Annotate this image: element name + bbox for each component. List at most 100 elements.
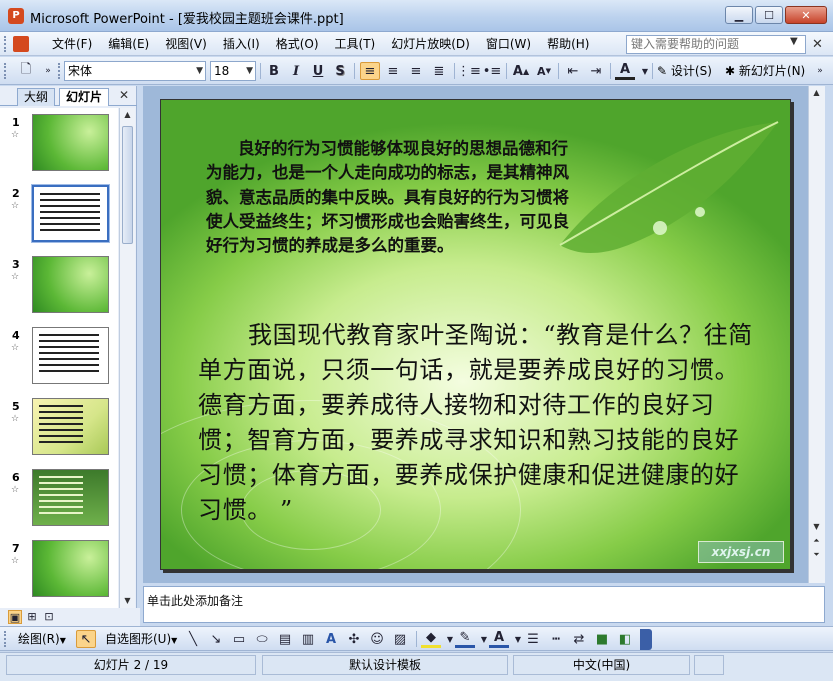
animation-star-icon[interactable]: ☆	[11, 556, 19, 566]
font-color-icon[interactable]: A	[489, 630, 509, 648]
slide-thumbnail-item[interactable]: 4 ☆	[0, 325, 118, 389]
vertical-textbox-icon[interactable]: ▥	[298, 630, 318, 648]
maximize-button[interactable]: ☐	[755, 6, 783, 24]
slide-thumbnail-item[interactable]: 5 ☆	[0, 396, 118, 460]
oval-tool-icon[interactable]: ⬭	[252, 630, 272, 648]
close-button[interactable]: ✕	[785, 6, 827, 24]
toolbar-options-icon[interactable]: »	[810, 62, 830, 80]
notes-pane[interactable]: 单击此处添加备注	[143, 586, 825, 623]
decrease-font-icon[interactable]: A ▼	[534, 62, 554, 80]
toolbar-options-icon[interactable]	[640, 629, 652, 650]
animation-star-icon[interactable]: ☆	[11, 485, 19, 495]
menu-item[interactable]: 工具(T)	[327, 32, 384, 56]
diagram-icon[interactable]: ✣	[344, 630, 364, 648]
decrease-indent-icon[interactable]: ⇤	[563, 62, 583, 80]
bulleted-list-icon[interactable]: •≡	[482, 62, 502, 80]
font-family-select[interactable]: 宋体 ▼	[64, 61, 206, 81]
menu-item[interactable]: 插入(I)	[215, 32, 268, 56]
toolbar-options-icon[interactable]: »	[38, 62, 58, 80]
next-slide-icon[interactable]: ⏷	[809, 548, 824, 562]
autoshapes-menu-button[interactable]: 自选图形(U)▼	[105, 630, 177, 648]
menu-item[interactable]: 格式(O)	[268, 32, 327, 56]
underline-button[interactable]: U	[308, 62, 328, 80]
slide-thumbnail[interactable]	[32, 540, 109, 597]
new-document-icon[interactable]: 🗋	[16, 62, 36, 80]
line-tool-icon[interactable]: ╲	[183, 630, 203, 648]
slide-canvas[interactable]: 良好的行为习惯能够体现良好的思想品德和行为能力，也是一个人走向成功的标志，是其精…	[160, 99, 791, 570]
slide-thumbnail[interactable]	[32, 114, 109, 171]
slide-scrollbar[interactable]: ▲ ▼ ⏶ ⏷	[808, 86, 825, 583]
3d-style-icon[interactable]: ◧	[615, 630, 635, 648]
slide-thumbnail-item[interactable]: 2 ☆	[0, 183, 118, 247]
italic-button[interactable]: I	[286, 62, 306, 80]
scrollbar-thumb[interactable]	[122, 126, 133, 244]
menu-item[interactable]: 窗口(W)	[478, 32, 539, 56]
menu-item[interactable]: 文件(F)	[44, 32, 100, 56]
menu-item[interactable]: 视图(V)	[157, 32, 215, 56]
animation-star-icon[interactable]: ☆	[11, 343, 19, 353]
font-color-icon[interactable]: A	[615, 62, 635, 80]
menu-item[interactable]: 幻灯片放映(D)	[383, 32, 478, 56]
line-color-icon[interactable]: ✎	[455, 630, 475, 648]
grip-handle[interactable]	[58, 63, 62, 79]
numbered-list-icon[interactable]: ⋮≡	[457, 62, 481, 80]
animation-star-icon[interactable]: ☆	[11, 272, 19, 282]
draw-menu-button[interactable]: 绘图(R)▼	[18, 630, 66, 648]
previous-slide-icon[interactable]: ⏶	[809, 534, 824, 548]
shadow-button[interactable]: S	[330, 62, 350, 80]
fill-color-icon[interactable]: ◆	[421, 630, 441, 648]
font-size-select[interactable]: 18 ▼	[210, 61, 256, 81]
clipart-icon[interactable]: ☺	[367, 630, 387, 648]
wordart-icon[interactable]: A	[321, 630, 341, 648]
select-pointer-icon[interactable]: ↖	[76, 630, 96, 648]
justify-icon[interactable]: ≣	[429, 62, 449, 80]
normal-view-icon[interactable]: ▣	[8, 610, 22, 624]
document-icon[interactable]	[13, 36, 29, 52]
slide-thumbnail-item[interactable]: 6 ☆	[0, 467, 118, 531]
slide-paragraph-2[interactable]: 我国现代教育家叶圣陶说：“教育是什么？往简单方面说，只须一句话，就是要养成良好的…	[198, 318, 758, 528]
slide-thumbnail[interactable]	[32, 469, 109, 526]
shadow-style-icon[interactable]: ■	[592, 630, 612, 648]
align-center-icon[interactable]: ≡	[383, 62, 403, 80]
close-icon[interactable]: ✕	[119, 88, 129, 102]
grip-handle[interactable]	[4, 63, 8, 79]
textbox-tool-icon[interactable]: ▤	[275, 630, 295, 648]
animation-star-icon[interactable]: ☆	[11, 414, 19, 424]
animation-star-icon[interactable]: ☆	[11, 201, 19, 211]
dash-style-icon[interactable]: ┅	[546, 630, 566, 648]
slide-thumbnail[interactable]	[32, 398, 109, 455]
scroll-down-icon[interactable]: ▼	[120, 594, 135, 608]
scroll-up-icon[interactable]: ▲	[809, 86, 824, 100]
slide-thumbnail-item[interactable]: 1 ☆	[0, 112, 118, 176]
grip-handle[interactable]	[4, 36, 8, 52]
rectangle-tool-icon[interactable]: ▭	[229, 630, 249, 648]
arrow-tool-icon[interactable]: ↘	[206, 630, 226, 648]
tab-outline[interactable]: 大纲	[17, 88, 56, 106]
picture-icon[interactable]: ▨	[390, 630, 410, 648]
slideshow-icon[interactable]: ⊡	[42, 610, 56, 624]
close-document-icon[interactable]: ✕	[812, 37, 823, 52]
slide-thumbnail[interactable]	[32, 256, 109, 313]
slide-thumbnail-item[interactable]: 3 ☆	[0, 254, 118, 318]
slide-thumbnail[interactable]	[31, 184, 110, 243]
bold-button[interactable]: B	[264, 62, 284, 80]
menu-item[interactable]: 编辑(E)	[100, 32, 157, 56]
scroll-down-icon[interactable]: ▼	[809, 520, 824, 534]
help-search-input[interactable]: 键入需要帮助的问题	[626, 35, 806, 54]
design-button[interactable]: ✎ 设计(S)	[657, 62, 712, 80]
grip-handle[interactable]	[4, 631, 8, 647]
increase-indent-icon[interactable]: ⇥	[586, 62, 606, 80]
minimize-button[interactable]: ▁	[725, 6, 753, 24]
scroll-up-icon[interactable]: ▲	[120, 108, 135, 122]
line-style-icon[interactable]: ☰	[523, 630, 543, 648]
align-right-icon[interactable]: ≡	[406, 62, 426, 80]
arrow-style-icon[interactable]: ⇄	[569, 630, 589, 648]
slide-sorter-icon[interactable]: ⊞	[25, 610, 39, 624]
slide-thumbnail[interactable]	[32, 327, 109, 384]
new-slide-button[interactable]: ✱ 新幻灯片(N)	[725, 62, 805, 80]
align-left-icon[interactable]: ≡	[360, 62, 380, 80]
panel-scrollbar[interactable]: ▲ ▼	[119, 108, 135, 608]
slide-paragraph-1[interactable]: 良好的行为习惯能够体现良好的思想品德和行为能力，也是一个人走向成功的标志，是其精…	[206, 137, 576, 258]
slide-thumbnail-item[interactable]: 7 ☆	[0, 538, 118, 602]
menu-item[interactable]: 帮助(H)	[539, 32, 597, 56]
